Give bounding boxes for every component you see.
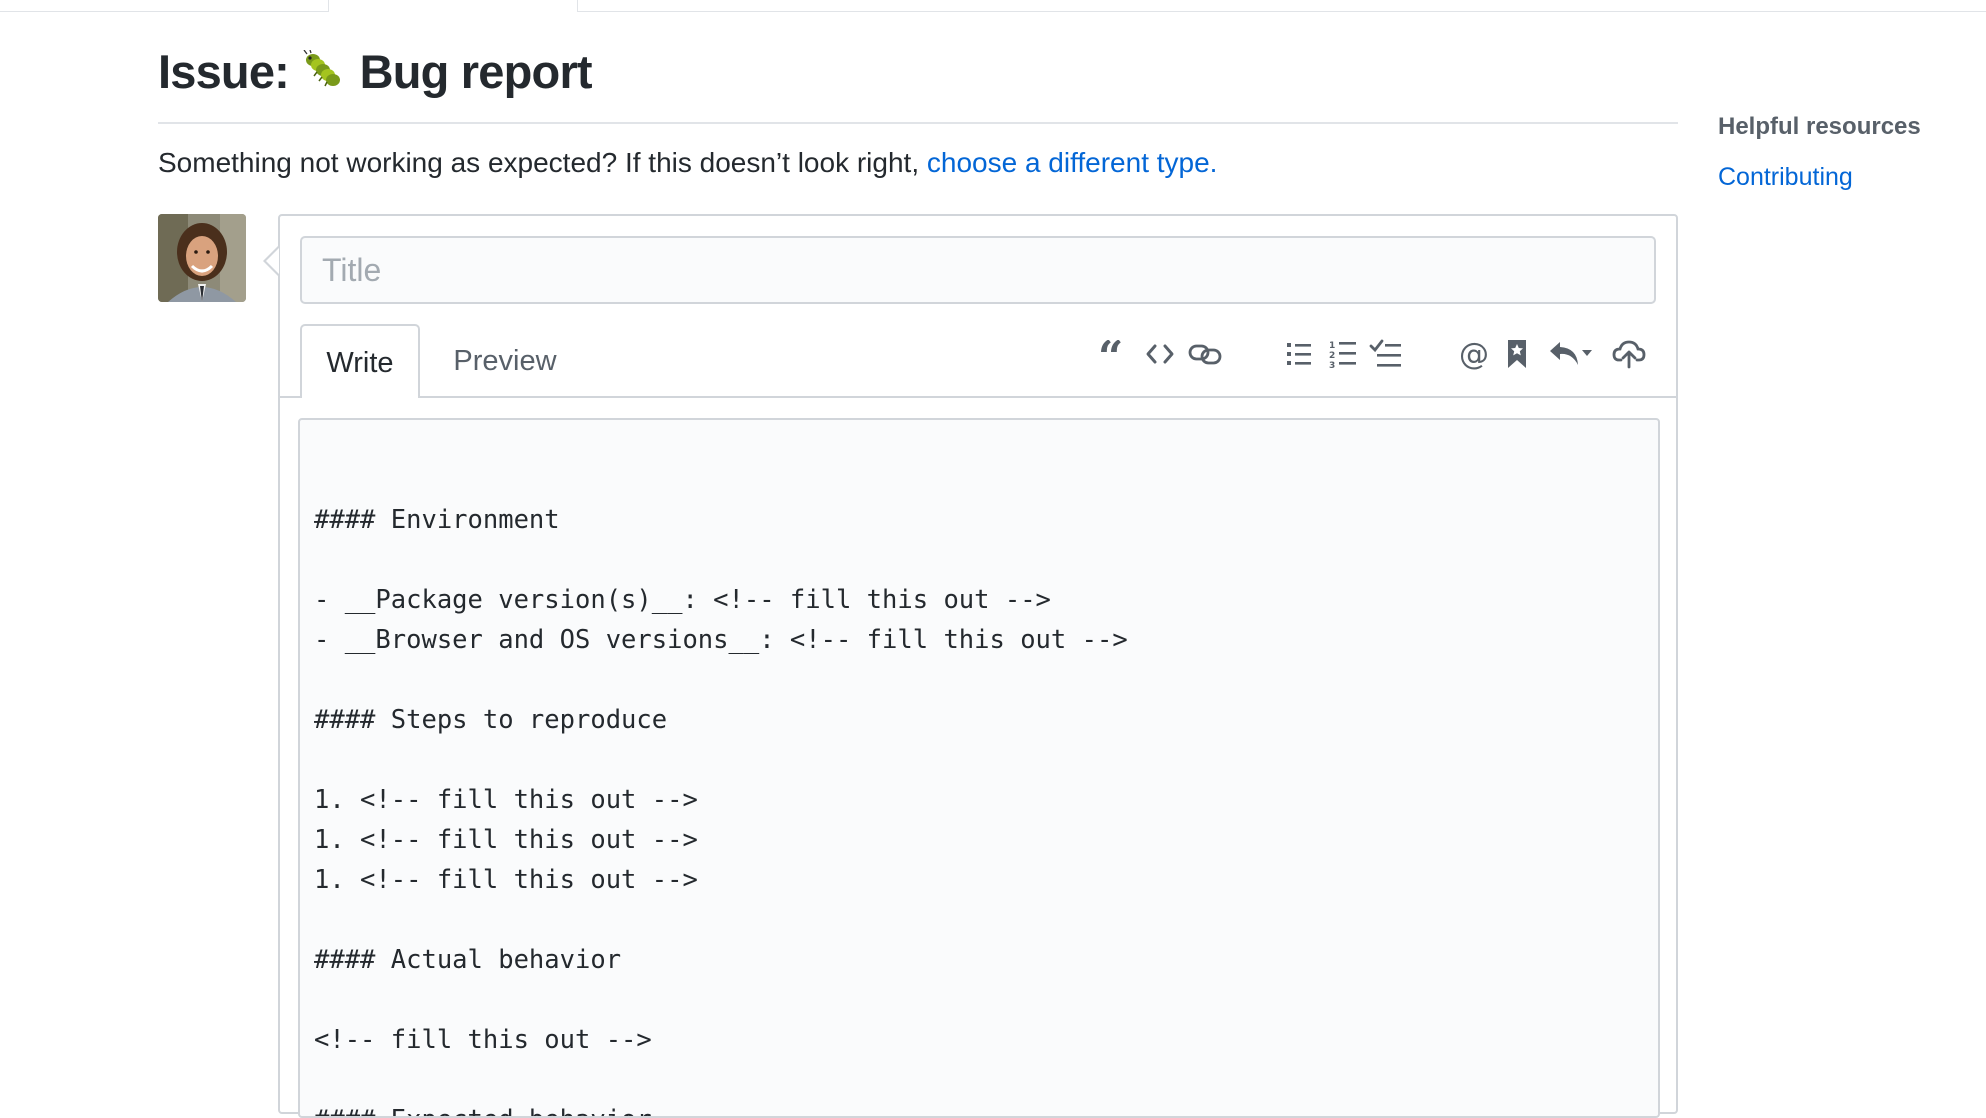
upload-icon[interactable] [1610, 332, 1648, 376]
bug-emoji-icon [301, 42, 347, 87]
page-title: Issue: Bug report [158, 40, 593, 104]
issue-title-input[interactable] [300, 236, 1656, 304]
title-text: Bug report [359, 45, 593, 98]
issue-body-text[interactable]: #### Environment - __Package version(s)_… [314, 460, 1128, 1116]
ordered-list-icon[interactable]: 123 [1326, 332, 1360, 376]
tab-preview[interactable]: Preview [432, 324, 578, 398]
subtitle-text: Something not working as expected? If th… [158, 147, 927, 178]
svg-text:3: 3 [1329, 361, 1335, 369]
svg-text:2: 2 [1329, 351, 1335, 361]
title-prefix: Issue: [158, 45, 290, 98]
tab-write[interactable]: Write [300, 324, 420, 398]
tab-strip-border [0, 11, 328, 12]
reply-icon[interactable] [1546, 332, 1596, 376]
tab-strip-border [578, 11, 1986, 12]
quote-icon[interactable]: “ [1092, 332, 1132, 376]
tabs-divider [420, 396, 1676, 398]
code-icon[interactable] [1142, 332, 1178, 376]
contributing-link[interactable]: Contributing [1718, 163, 1853, 192]
active-top-tab[interactable] [328, 0, 578, 12]
comment-caret-fill [266, 248, 279, 274]
top-tab-strip [0, 0, 1986, 12]
title-divider [158, 122, 1678, 124]
svg-text:1: 1 [1329, 341, 1335, 351]
subtitle: Something not working as expected? If th… [158, 143, 1217, 183]
link-icon[interactable] [1186, 332, 1224, 376]
helpful-resources-heading: Helpful resources [1718, 113, 1921, 140]
reference-icon[interactable] [1500, 332, 1534, 376]
task-list-icon[interactable] [1368, 332, 1404, 376]
issue-body-textarea[interactable]: #### Environment - __Package version(s)_… [298, 418, 1660, 1118]
unordered-list-icon[interactable] [1282, 332, 1316, 376]
svg-text:@: @ [1459, 338, 1489, 370]
tabs-divider [280, 396, 300, 398]
avatar[interactable] [158, 214, 246, 302]
choose-different-type-link[interactable]: choose a different type. [927, 147, 1218, 178]
mention-icon[interactable]: @ [1456, 332, 1492, 376]
svg-text:“: “ [1098, 340, 1123, 368]
